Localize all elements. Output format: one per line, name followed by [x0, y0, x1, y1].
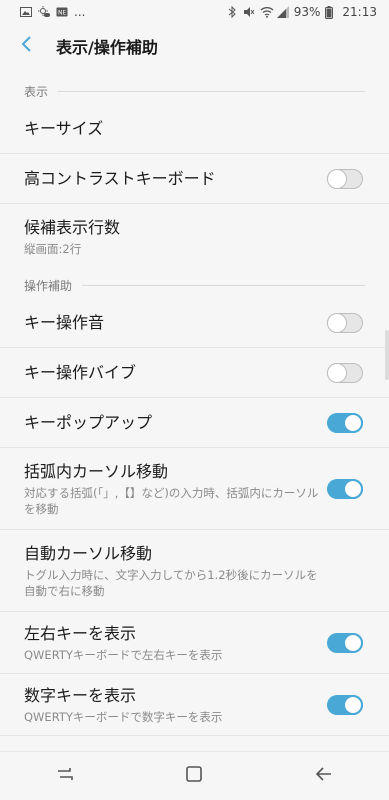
setting-auto-cursor[interactable]: 自動カーソル移動 トグル入力時に、文字入力してから1.2秒後にカーソルを自動で右…: [0, 530, 389, 612]
key-popup-toggle[interactable]: [327, 412, 363, 433]
key-sound-toggle[interactable]: [327, 312, 363, 333]
setting-key-popup[interactable]: キーポップアップ: [0, 398, 389, 448]
row-text: 高コントラストキーボード: [24, 168, 216, 190]
toggle-knob: [327, 312, 347, 333]
section-divider: [82, 284, 365, 286]
row-text: キー操作バイブ: [24, 362, 136, 384]
toggle-knob: [343, 694, 363, 715]
lr-keys-toggle[interactable]: [327, 632, 363, 653]
setting-title: 高コントラストキーボード: [24, 168, 216, 188]
status-left: NE ...: [0, 5, 85, 19]
status-more: ...: [74, 5, 86, 19]
setting-title: 自動カーソル移動: [24, 543, 153, 563]
recents-icon: [56, 766, 74, 786]
row-text: キーサイズ: [24, 118, 103, 140]
row-text: 左右キーを表示 QWERTYキーボードで左右キーを表示: [24, 623, 324, 663]
setting-title: 括弧内カーソル移動: [24, 461, 169, 481]
mute-icon: [243, 6, 255, 18]
setting-subtitle: QWERTYキーボードで数字キーを表示: [24, 709, 223, 724]
setting-subtitle: トグル入力時に、文字入力してから1.2秒後にカーソルを自動で右に移動: [24, 567, 318, 598]
section-header-display: 表示: [0, 78, 389, 104]
toggle-knob: [343, 412, 363, 433]
row-text: 数字キーを表示 QWERTYキーボードで数字キーを表示: [24, 685, 324, 725]
setting-subtitle: QWERTYキーボードで左右キーを表示: [24, 647, 223, 662]
page-title: 表示/操作補助: [56, 38, 158, 57]
back-button[interactable]: [4, 24, 48, 68]
setting-key-vibrate[interactable]: キー操作バイブ: [0, 348, 389, 398]
weather-icon: [38, 6, 50, 18]
setting-subtitle: 対応する括弧(「」,【】など)の入力時、括弧内にカーソルを移動: [24, 485, 319, 516]
settings-list: 表示 キーサイズ 高コントラストキーボード 候補表示行数 縦画面:2行 操作補助: [0, 78, 389, 736]
num-keys-toggle[interactable]: [327, 694, 363, 715]
setting-title: キーポップアップ: [24, 412, 153, 432]
svg-text:NE: NE: [58, 10, 66, 17]
section-header-assist: 操作補助: [0, 272, 389, 298]
nav-back-icon: [315, 766, 333, 786]
section-title-display: 表示: [24, 84, 49, 99]
row-text: キーポップアップ: [24, 412, 152, 434]
setting-title: キー操作バイブ: [24, 362, 137, 382]
signal-icon: [276, 6, 289, 18]
nav-back-button[interactable]: [294, 752, 354, 800]
section-divider: [58, 90, 365, 92]
battery-icon: [325, 6, 337, 19]
row-text: 候補表示行数 縦画面:2行: [24, 217, 324, 257]
bluetooth-icon: [226, 5, 238, 19]
toggle-knob: [327, 362, 347, 383]
row-text: キー操作音: [24, 312, 104, 334]
setting-title: 数字キーを表示: [24, 685, 137, 705]
setting-lr-keys[interactable]: 左右キーを表示 QWERTYキーボードで左右キーを表示: [0, 612, 389, 674]
toggle-knob: [343, 478, 363, 499]
setting-bracket-cursor[interactable]: 括弧内カーソル移動 対応する括弧(「」,【】など)の入力時、括弧内にカーソルを移…: [0, 448, 389, 530]
row-text: 括弧内カーソル移動 対応する括弧(「」,【】など)の入力時、括弧内にカーソルを移…: [24, 461, 324, 517]
notification-icon: NE: [56, 6, 68, 18]
screen: NE ... 93% 21:13 表示/操作補助 表示 キーサイズ 高コントラス…: [0, 0, 389, 800]
clock: 21:13: [342, 5, 377, 19]
setting-candidate-rows[interactable]: 候補表示行数 縦画面:2行: [0, 204, 389, 270]
app-header: 表示/操作補助: [0, 24, 389, 68]
scrollbar[interactable]: [385, 330, 389, 380]
home-icon: [185, 765, 203, 787]
setting-title: キーサイズ: [24, 118, 104, 138]
setting-key-sound[interactable]: キー操作音: [0, 298, 389, 348]
setting-subtitle: 縦画面:2行: [24, 242, 82, 256]
battery-percent: 93%: [293, 5, 321, 19]
setting-high-contrast[interactable]: 高コントラストキーボード: [0, 154, 389, 204]
back-arrow-icon: [20, 35, 32, 57]
setting-num-keys[interactable]: 数字キーを表示 QWERTYキーボードで数字キーを表示: [0, 674, 389, 736]
high-contrast-toggle[interactable]: [327, 168, 363, 189]
recents-button[interactable]: [35, 752, 95, 800]
key-vibrate-toggle[interactable]: [327, 362, 363, 383]
status-bar: NE ... 93% 21:13: [0, 0, 389, 24]
setting-title: 左右キーを表示: [24, 623, 137, 643]
home-button[interactable]: [164, 752, 224, 800]
gallery-icon: [20, 6, 32, 18]
section-title-assist: 操作補助: [24, 278, 73, 293]
bracket-cursor-toggle[interactable]: [327, 478, 363, 499]
toggle-knob: [327, 168, 347, 189]
navigation-bar: [0, 751, 389, 800]
setting-key-size[interactable]: キーサイズ: [0, 104, 389, 154]
status-right: 93% 21:13: [226, 5, 389, 19]
setting-title: キー操作音: [24, 312, 105, 332]
setting-title: 候補表示行数: [24, 218, 121, 237]
wifi-icon: [260, 6, 274, 18]
row-text: 自動カーソル移動 トグル入力時に、文字入力してから1.2秒後にカーソルを自動で右…: [24, 543, 324, 599]
toggle-knob: [343, 632, 363, 653]
